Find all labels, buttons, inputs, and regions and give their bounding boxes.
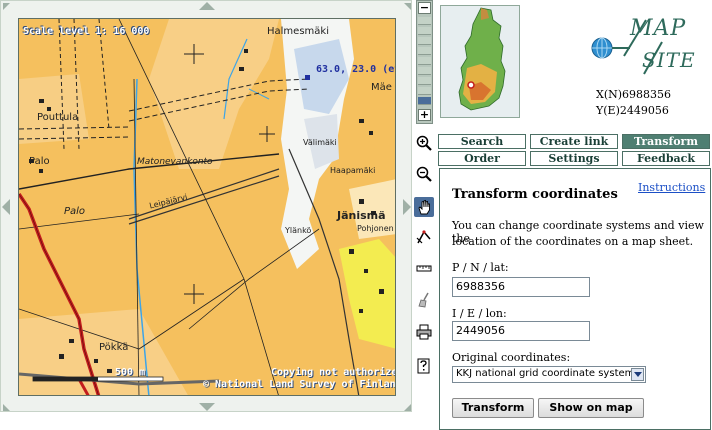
original-coordinates-label: Original coordinates:	[452, 351, 571, 364]
pan-southwest-arrow[interactable]	[3, 404, 10, 411]
scale-level-label: Scale level 1: 16 000	[23, 26, 150, 37]
pan-west-arrow[interactable]	[2, 199, 10, 215]
measure-area-tool[interactable]	[414, 258, 434, 278]
tab-search[interactable]: Search	[438, 134, 526, 149]
mapsite-logo: MAP SITE	[584, 12, 696, 80]
pan-south-arrow[interactable]	[199, 403, 215, 411]
zoom-out-button[interactable]: −	[418, 2, 431, 14]
instructions-link[interactable]: Instructions	[638, 181, 705, 194]
hand-icon	[418, 199, 430, 215]
zoom-in-tool[interactable]	[414, 133, 434, 153]
overview-map[interactable]	[440, 5, 520, 118]
zoom-level[interactable]	[418, 27, 431, 35]
map-view[interactable]: Scale level 1: 16 000 63.0, 23.0 (etrs H…	[18, 18, 396, 396]
logo-text-site: SITE	[642, 48, 696, 72]
help-tool[interactable]	[414, 356, 434, 376]
zoom-slider[interactable]: − +	[416, 0, 433, 124]
tab-create-link[interactable]: Create link	[530, 134, 618, 149]
tab-transform[interactable]: Transform	[622, 134, 710, 149]
place-janisma: Jänismä	[337, 209, 386, 222]
pan-north-arrow[interactable]	[199, 2, 215, 10]
panel-description-line2: location of the coordinates on a map she…	[452, 235, 694, 248]
zoom-level[interactable]	[418, 37, 431, 45]
zoom-out-icon	[416, 166, 432, 182]
copyright-owner: © National Land Survey of Finland	[203, 379, 396, 390]
place-palo-north: Palo	[29, 156, 50, 167]
place-pouttula: Pouttula	[37, 112, 79, 123]
place-haapamaki: Haapamäki	[330, 166, 376, 175]
zoom-level[interactable]	[418, 57, 431, 65]
place-pohjonen: Pohjonen	[357, 224, 394, 233]
printer-icon	[416, 324, 432, 340]
lat-label: P / N / lat:	[452, 261, 509, 274]
zoom-level[interactable]	[418, 77, 431, 85]
print-tool[interactable]	[414, 322, 434, 342]
scale-bar-label: 500 m	[115, 367, 146, 378]
pan-tool[interactable]	[414, 197, 434, 217]
pan-northeast-arrow[interactable]	[404, 3, 411, 10]
zoom-level[interactable]	[418, 67, 431, 75]
finland-overview-graphic	[441, 6, 519, 117]
place-halmesmaki: Halmesmäki	[267, 26, 329, 37]
zoom-out-tool[interactable]	[414, 164, 434, 184]
place-palo-south: Palo	[64, 206, 86, 217]
place-valimaki: Välimäki	[303, 138, 337, 147]
tab-order[interactable]: Order	[438, 151, 526, 166]
coordinate-y-readout: Y(E)2449056	[596, 104, 669, 117]
selected-coordinate-system: KKJ national grid coordinate system	[456, 368, 635, 379]
pan-east-arrow[interactable]	[403, 199, 411, 215]
zoom-in-button[interactable]: +	[418, 109, 431, 121]
place-matonevankonto: Matonevankonto	[137, 157, 213, 167]
coordinate-x-readout: X(N)6988356	[596, 88, 672, 101]
measure-distance-icon	[416, 230, 431, 244]
show-on-map-button[interactable]: Show on map	[538, 398, 644, 418]
chevron-down-icon[interactable]	[631, 368, 644, 381]
cursor-coordinates: 63.0, 23.0 (etrs	[316, 64, 395, 75]
original-coordinates-select[interactable]: KKJ national grid coordinate system	[452, 366, 646, 383]
zoom-level[interactable]	[418, 17, 431, 25]
transform-button[interactable]: Transform	[452, 398, 534, 418]
place-pokka: Pökkä	[99, 342, 129, 353]
panel-title: Transform coordinates	[452, 187, 618, 202]
lon-input[interactable]: 2449056	[452, 321, 590, 341]
help-icon	[417, 358, 430, 374]
lon-label: I / E / lon:	[452, 307, 507, 320]
broom-icon	[418, 292, 429, 308]
zoom-level[interactable]	[418, 87, 431, 95]
clear-tool[interactable]	[414, 290, 434, 310]
zoom-level[interactable]	[418, 47, 431, 55]
logo-text-map: MAP	[630, 16, 687, 41]
place-maen: Mäe	[371, 82, 392, 93]
measure-distance-tool[interactable]	[414, 227, 434, 247]
zoom-level-current[interactable]	[418, 97, 431, 105]
pan-southeast-arrow[interactable]	[404, 404, 411, 411]
ruler-icon	[416, 265, 432, 272]
tab-feedback[interactable]: Feedback	[622, 151, 710, 166]
lat-input[interactable]: 6988356	[452, 277, 590, 297]
pan-northwest-arrow[interactable]	[3, 3, 10, 10]
map-frame: Scale level 1: 16 000 63.0, 23.0 (etrs H…	[0, 0, 412, 412]
place-ylanko: Ylänkö	[285, 226, 312, 235]
copyright-notice: Copying not authorized	[271, 367, 396, 378]
transform-panel: Transform coordinates Instructions You c…	[439, 168, 711, 430]
zoom-in-icon	[416, 135, 432, 151]
tab-settings[interactable]: Settings	[530, 151, 618, 166]
